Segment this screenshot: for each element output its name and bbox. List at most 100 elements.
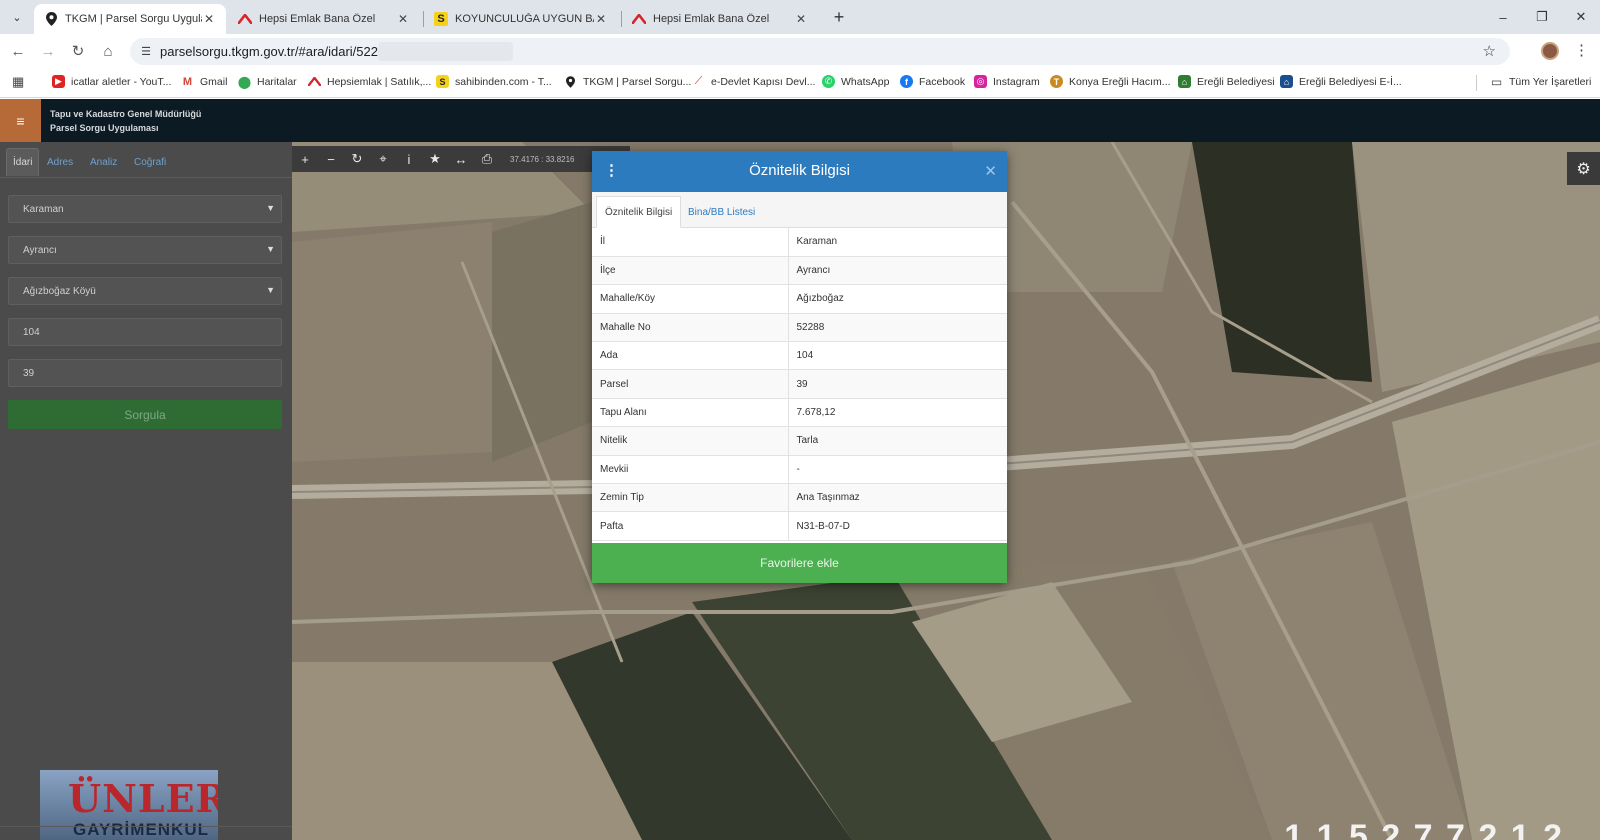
instagram-icon: ◎ [974, 75, 987, 88]
bookmark-edevlet[interactable]: ⟋ e-Devlet Kapısı Devl... [692, 75, 815, 88]
belediye-icon: ⌂ [1178, 75, 1191, 88]
map-overlay-number: 1.1.5.2.7.7 2.1.2 [1284, 818, 1564, 840]
tab-adres[interactable]: Adres [41, 148, 79, 176]
bookmark-instagram[interactable]: ◎ Instagram [974, 75, 1040, 88]
folder-icon: ▭ [1490, 74, 1503, 89]
close-icon[interactable]: ✕ [794, 12, 808, 26]
table-row: Nitelik Tarla [592, 426, 1007, 456]
dialog-title: Öznitelik Bilgisi [749, 162, 850, 179]
mahalle-select[interactable]: Ağızboğaz Köyü ▼ [8, 277, 282, 305]
bookmark-label: Facebook [919, 75, 966, 88]
belediye-icon: ⌂ [1280, 75, 1293, 88]
close-icon[interactable]: ✕ [594, 12, 608, 26]
gear-icon[interactable]: ⚙ [1567, 152, 1600, 185]
tab-idari[interactable]: İdari [6, 148, 40, 176]
chevron-down-icon: ▼ [266, 203, 275, 213]
app-title: Tapu ve Kadastro Genel Müdürlüğü Parsel … [50, 107, 201, 135]
close-icon[interactable]: ✕ [396, 12, 410, 26]
divider [0, 826, 292, 827]
reload-icon[interactable]: ↻ [67, 40, 89, 62]
close-icon[interactable]: ✕ [984, 162, 997, 180]
bookmark-maps[interactable]: ⬤ Haritalar [238, 75, 297, 89]
close-icon[interactable]: ✕ [202, 12, 216, 26]
attr-value: 52288 [788, 313, 1007, 343]
bookmark-hepsiemlak[interactable]: Hepsiemlak | Satılık,... [308, 75, 431, 88]
youtube-icon: ▶ [52, 75, 65, 88]
bookmark-label: Instagram [993, 75, 1040, 88]
print-icon[interactable]: ⎙ [474, 146, 500, 172]
bookmark-tkgm[interactable]: TKGM | Parsel Sorgu... [564, 75, 691, 88]
attr-value: Ana Taşınmaz [788, 483, 1007, 513]
window-close-icon[interactable]: ✕ [1570, 6, 1592, 28]
url-text: parselsorgu.tkgm.gov.tr/#ara/idari/52288… [160, 44, 397, 59]
bookmark-label: TKGM | Parsel Sorgu... [583, 75, 692, 88]
site-info-icon[interactable]: ☰ [138, 43, 154, 59]
all-bookmarks[interactable]: ▭ Tüm Yer İşaretleri [1490, 74, 1592, 89]
attr-value: Tarla [788, 426, 1007, 456]
apps-grid-icon[interactable]: ▦ [12, 74, 28, 90]
browser-menu-icon[interactable]: ⋮ [1574, 41, 1589, 59]
ada-input[interactable]: 104 [8, 318, 282, 346]
bookmark-konya[interactable]: T Konya Ereğli Hacım... [1050, 75, 1171, 88]
ilce-select[interactable]: Ayrancı ▼ [8, 236, 282, 264]
favorite-star-icon[interactable]: ★ [422, 146, 448, 172]
info-icon[interactable]: i [396, 146, 422, 172]
parsel-input[interactable]: 39 [8, 359, 282, 387]
zoom-out-icon[interactable]: − [318, 146, 344, 172]
tab-title: Hepsi Emlak Bana Özel [259, 13, 376, 25]
restore-icon[interactable]: ❐ [1531, 6, 1553, 28]
locate-icon[interactable]: ⌖ [370, 146, 396, 172]
edevlet-icon: ⟋ [692, 75, 705, 88]
map-pin-icon [564, 75, 577, 88]
attr-key: Mahalle/Köy [592, 284, 789, 314]
hamburger-menu-icon[interactable]: ≡ [0, 99, 41, 142]
minimize-icon[interactable]: – [1492, 6, 1514, 28]
browser-tab[interactable]: Hepsi Emlak Bana Özel ✕ [622, 4, 818, 34]
coordinate-readout: 37.4176 : 33.8216 [510, 154, 575, 164]
parsel-value: 39 [23, 367, 35, 379]
query-tabs: İdari Adres Analiz Coğrafi [0, 142, 292, 178]
forward-arrow-icon[interactable]: → [37, 40, 59, 62]
bookmark-youtube[interactable]: ▶ icatlar aletler - YouT... [52, 75, 171, 88]
home-icon[interactable]: ⌂ [97, 40, 119, 62]
browser-tab[interactable]: Hepsi Emlak Bana Özel ✕ [228, 4, 420, 34]
bookmark-label: e-Devlet Kapısı Devl... [711, 75, 816, 88]
tab-search-chevron-icon[interactable]: ⌄ [6, 6, 28, 28]
sorgula-button[interactable]: Sorgula [8, 400, 282, 429]
refresh-icon[interactable]: ↻ [344, 146, 370, 172]
sahibinden-icon: S [434, 12, 448, 26]
measure-icon[interactable]: ↔ [448, 146, 474, 172]
add-to-favorites-button[interactable]: Favorilere ekle [592, 543, 1007, 583]
attr-value: 104 [788, 341, 1007, 371]
browser-tab[interactable]: TKGM | Parsel Sorgu Uygulama ✕ [34, 4, 226, 34]
tab-analiz[interactable]: Analiz [84, 148, 123, 176]
profile-avatar[interactable] [1541, 42, 1559, 60]
app-header: ≡ Tapu ve Kadastro Genel Müdürlüğü Parse… [0, 99, 1600, 142]
bookmark-sahibinden[interactable]: Ssahibinden.com - T... [436, 75, 552, 88]
bookmark-eregli[interactable]: ⌂ Ereğli Belediyesi [1178, 75, 1275, 88]
unler-gayrimenkul-logo: ÜNLER GAYRİMENKUL [40, 770, 218, 840]
browser-tab[interactable]: S KOYUNCULUĞA UYGUN BASIN ✕ [424, 4, 618, 34]
bookmark-star-icon[interactable]: ☆ [1483, 42, 1496, 60]
bookmark-gmail[interactable]: M Gmail [181, 75, 227, 88]
il-select[interactable]: Karaman ▼ [8, 195, 282, 223]
zoom-in-icon[interactable]: + [292, 146, 318, 172]
bookmark-label: Tüm Yer İşaretleri [1509, 75, 1592, 88]
back-arrow-icon[interactable]: ← [7, 40, 29, 62]
whatsapp-icon: ✆ [822, 75, 835, 88]
facebook-icon: f [900, 75, 913, 88]
konya-icon: T [1050, 75, 1063, 88]
tab-bina-listesi[interactable]: Bina/BB Listesi [680, 196, 763, 228]
dialog-tabs: Öznitelik Bilgisi Bina/BB Listesi [592, 192, 1007, 228]
tab-oznitelik[interactable]: Öznitelik Bilgisi [596, 196, 682, 228]
attribute-dialog: ⋮ Öznitelik Bilgisi ✕ Öznitelik Bilgisi … [592, 151, 1007, 583]
address-bar[interactable]: ☰ parselsorgu.tkgm.gov.tr/#ara/idari/522… [130, 38, 1510, 65]
table-row: İlçe Ayrancı [592, 256, 1007, 286]
bookmark-facebook[interactable]: f Facebook [900, 75, 965, 88]
bookmark-eregli-e[interactable]: ⌂ Ereğli Belediyesi E-İ... [1280, 75, 1402, 88]
new-tab-plus-icon[interactable]: + [828, 6, 850, 28]
bookmark-whatsapp[interactable]: ✆ WhatsApp [822, 75, 889, 88]
tab-cografi[interactable]: Coğrafi [128, 148, 172, 176]
table-row: Zemin Tip Ana Taşınmaz [592, 483, 1007, 513]
map-toolbar: + − ↻ ⌖ i ★ ↔ ⎙ 37.4176 : 33.8216 [292, 146, 630, 172]
